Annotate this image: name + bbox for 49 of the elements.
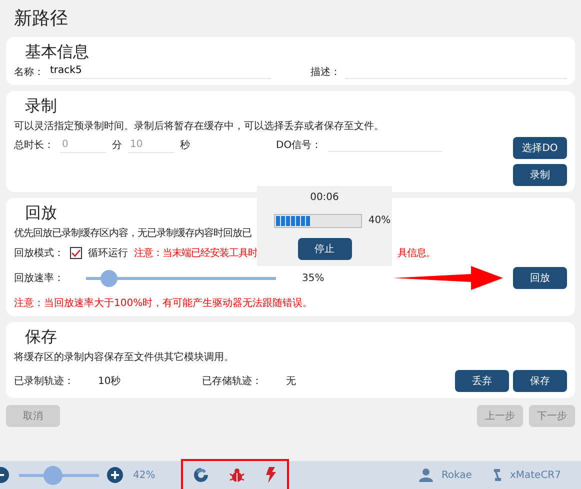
checkbox[interactable]: [70, 247, 82, 259]
warning-text: 注意：当回放速率大于100%时，有可能产生驱动器无法跟随错误。: [14, 296, 314, 310]
section-heading: 录制: [24, 95, 57, 117]
input-field[interactable]: track5: [48, 63, 270, 79]
unit-label: 分: [112, 139, 122, 152]
input-field[interactable]: 10: [128, 137, 174, 153]
notice-text: 注意：当末端已经安装工具时: [134, 246, 258, 260]
action-button[interactable]: 录制: [513, 164, 567, 186]
field-label: 总时长：: [14, 138, 54, 152]
robot-arm-icon: [492, 468, 502, 482]
robot-name: xMateCR7: [510, 470, 561, 480]
input-field[interactable]: 0: [60, 137, 106, 153]
field-value: 10秒: [98, 374, 122, 388]
swirl-icon[interactable]: [193, 467, 209, 483]
zoom-out-icon[interactable]: [0, 467, 9, 483]
section-heading: 基本信息: [24, 41, 89, 63]
section-heading: 回放: [24, 202, 57, 224]
field-label: 已录制轨迹：: [14, 374, 75, 388]
zoom-in-icon[interactable]: [107, 467, 123, 483]
description-text: 优先回放已录制缓存区内容，无已录制缓存内容时回放已: [14, 226, 252, 240]
user-name: Rokae: [441, 470, 472, 480]
zoom-slider-thumb[interactable]: [44, 466, 63, 484]
bug-icon[interactable]: [229, 467, 245, 483]
page-title: 新路径: [13, 7, 69, 31]
unit-label: 秒: [180, 138, 190, 152]
action-button[interactable]: 丢弃: [455, 370, 509, 392]
field-label: 已存储轨迹：: [202, 374, 263, 388]
field-label: 回放速率：: [14, 272, 65, 285]
description-text: 将缓存区的录制内容保存至文件供其它模块调用。: [14, 350, 235, 364]
checkbox-label: 循环运行: [88, 246, 128, 260]
action-button[interactable]: 保存: [513, 370, 567, 392]
notice-text: 具信息。: [398, 246, 436, 260]
field-value: 无: [286, 375, 296, 388]
stop-button[interactable]: 停止: [298, 238, 352, 260]
user-icon: [419, 468, 434, 482]
slider-thumb[interactable]: [100, 270, 118, 286]
field-label: 名称：: [14, 66, 44, 79]
speed-reading: 35%: [302, 272, 326, 284]
field-label: 描述：: [310, 66, 340, 79]
description-text: 可以灵活指定预录制时间。录制后将暂存在缓存中，可以选择丢弃或者保存至文件。: [14, 120, 385, 133]
action-button[interactable]: 选择DO: [513, 137, 567, 159]
playback-button[interactable]: 回放: [513, 267, 567, 289]
field-label: 回放模式：: [14, 246, 64, 260]
lightning-icon[interactable]: [265, 467, 277, 483]
zoom-reading: 42%: [133, 470, 156, 480]
progress-reading: 40%: [368, 215, 391, 226]
section-heading: 保存: [24, 326, 57, 348]
elapsed-time: 00:06: [310, 192, 339, 203]
field-label: DO信号：: [276, 139, 322, 152]
